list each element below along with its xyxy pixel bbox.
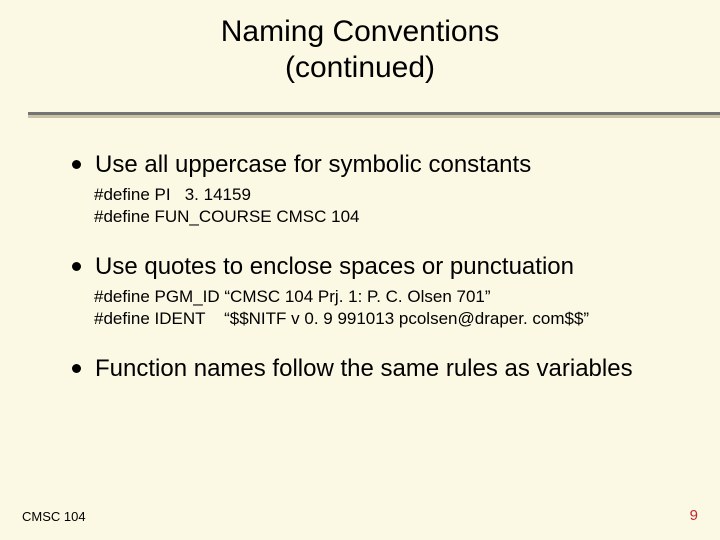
slide-body: Use all uppercase for symbolic constants… bbox=[72, 144, 680, 384]
title-line-2: (continued) bbox=[285, 51, 435, 84]
bullet-item: Use all uppercase for symbolic constants bbox=[72, 150, 680, 180]
title-divider bbox=[28, 112, 720, 118]
bullet-dot-icon bbox=[72, 262, 81, 271]
slide-title: Naming Conventions (continued) bbox=[0, 0, 720, 86]
bullet-item: Use quotes to enclose spaces or punctuat… bbox=[72, 252, 680, 282]
bullet-text: Use quotes to enclose spaces or punctuat… bbox=[95, 252, 574, 282]
bullet-dot-icon bbox=[72, 160, 81, 169]
code-sample: #define PGM_ID “CMSC 104 Prj. 1: P. C. O… bbox=[94, 286, 680, 330]
bullet-item: Function names follow the same rules as … bbox=[72, 354, 680, 384]
footer-left: CMSC 104 bbox=[22, 509, 86, 524]
bullet-text: Use all uppercase for symbolic constants bbox=[95, 150, 531, 180]
slide-number: 9 bbox=[690, 507, 698, 524]
slide: Naming Conventions (continued) Use all u… bbox=[0, 0, 720, 540]
bullet-text: Function names follow the same rules as … bbox=[95, 354, 633, 384]
bullet-dot-icon bbox=[72, 364, 81, 373]
code-sample: #define PI 3. 14159 #define FUN_COURSE C… bbox=[94, 184, 680, 228]
title-line-1: Naming Conventions bbox=[221, 15, 499, 48]
